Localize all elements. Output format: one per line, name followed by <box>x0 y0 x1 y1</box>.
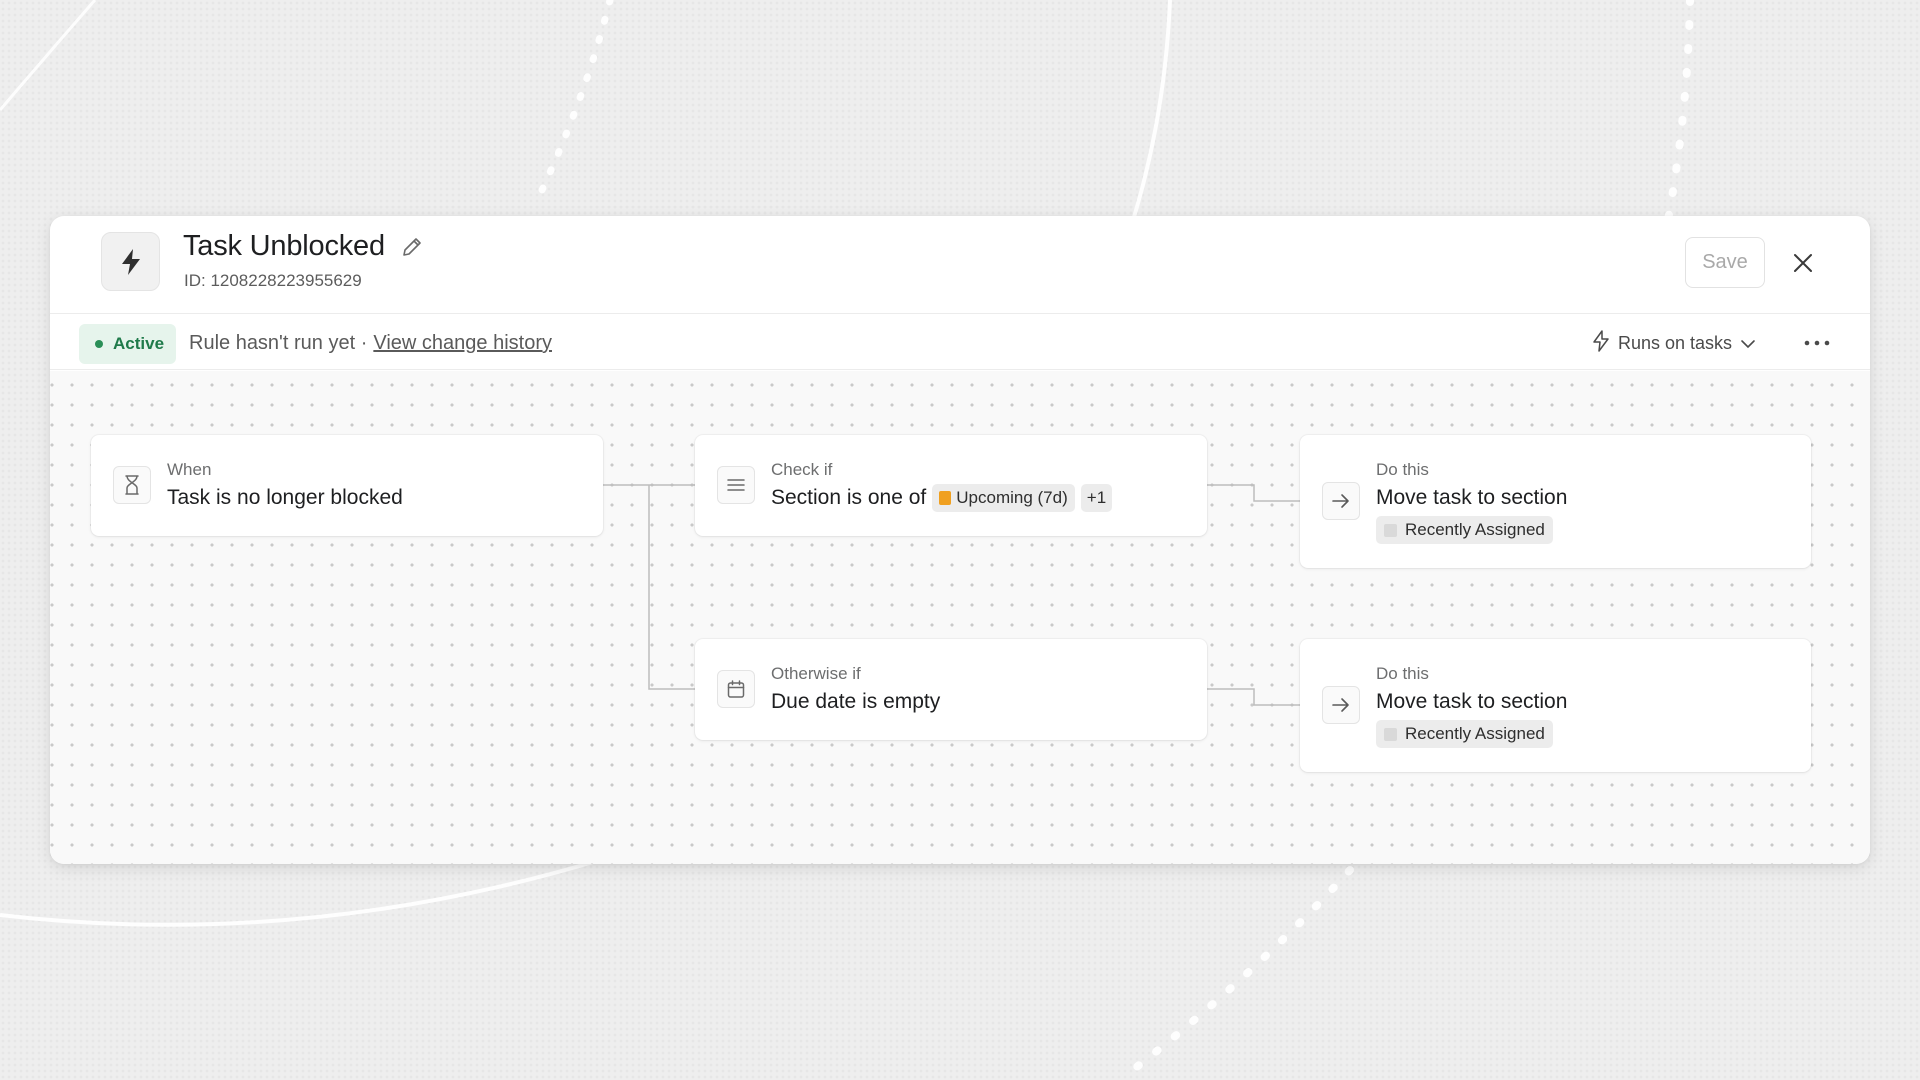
chevron-down-icon <box>1740 333 1756 354</box>
arrow-right-icon <box>1322 482 1360 520</box>
condition-card[interactable]: Check if Section is one of Upcoming (7d)… <box>695 435 1207 536</box>
otherwise-card[interactable]: Otherwise if Due date is empty <box>695 639 1207 740</box>
otherwise-text: Due date is empty <box>771 690 941 713</box>
calendar-icon <box>717 670 755 708</box>
run-status: Rule hasn't run yet · View change histor… <box>189 332 552 355</box>
trigger-kicker: When <box>167 460 212 479</box>
action-kicker: Do this <box>1376 664 1429 683</box>
title-row: Task Unblocked <box>183 230 425 263</box>
arrow-right-icon <box>1322 686 1360 724</box>
rule-editor-panel: Task Unblocked ID: 1208228223955629 Save… <box>50 216 1870 864</box>
ellipsis-icon[interactable] <box>1800 330 1834 356</box>
rule-title[interactable]: Task Unblocked <box>183 230 385 263</box>
action-text: Move task to section <box>1376 486 1568 509</box>
target-section-chip: Recently Assigned <box>1376 516 1553 544</box>
section-color-swatch <box>1384 727 1397 741</box>
more-sections-chip[interactable]: +1 <box>1080 484 1113 512</box>
target-section-label: Recently Assigned <box>1405 520 1545 539</box>
run-status-text: Rule hasn't run yet · <box>189 332 368 354</box>
pencil-icon[interactable] <box>399 234 425 260</box>
section-chip: Upcoming (7d) <box>932 484 1075 512</box>
action-card[interactable]: Do this Move task to section Recently As… <box>1300 639 1811 772</box>
section-color-swatch <box>1384 523 1397 537</box>
save-button[interactable]: Save <box>1685 237 1765 288</box>
view-change-history-link[interactable]: View change history <box>373 332 552 355</box>
runs-on-label: Runs on tasks <box>1618 332 1733 353</box>
action-kicker: Do this <box>1376 460 1429 479</box>
action-card[interactable]: Do this Move task to section Recently As… <box>1300 435 1811 568</box>
condition-row: Section is one of Upcoming (7d) +1 <box>771 484 1113 512</box>
workflow-canvas: When Task is no longer blocked Check if … <box>50 371 1870 864</box>
lightning-bolt-icon <box>101 232 160 291</box>
trigger-card[interactable]: When Task is no longer blocked <box>91 435 603 536</box>
condition-text: Section is one of <box>771 486 927 509</box>
lines-icon <box>717 466 755 504</box>
status-badge: Active <box>79 324 177 364</box>
status-badge-label: Active <box>113 334 165 353</box>
rule-header: Task Unblocked ID: 1208228223955629 Save <box>50 216 1870 314</box>
section-color-swatch <box>939 491 952 505</box>
target-section-chip: Recently Assigned <box>1376 720 1553 748</box>
hourglass-icon <box>113 466 151 504</box>
runs-on-dropdown[interactable]: Runs on tasks <box>1592 328 1756 358</box>
target-section-label: Recently Assigned <box>1405 724 1545 743</box>
status-bar: Active Rule hasn't run yet · View change… <box>50 314 1870 370</box>
section-chip-label: Upcoming (7d) <box>956 488 1068 507</box>
otherwise-kicker: Otherwise if <box>771 664 861 683</box>
rule-id: ID: 1208228223955629 <box>184 271 362 290</box>
trigger-text: Task is no longer blocked <box>167 486 403 509</box>
status-dot <box>95 340 103 348</box>
condition-kicker: Check if <box>771 460 833 479</box>
close-icon[interactable] <box>1785 245 1821 281</box>
action-text: Move task to section <box>1376 690 1568 713</box>
lightning-outline-icon <box>1592 329 1610 357</box>
